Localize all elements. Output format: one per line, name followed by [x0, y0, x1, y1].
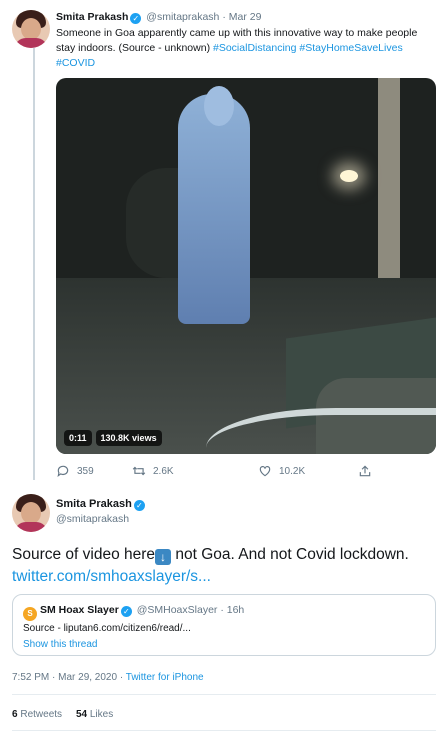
likes-count: 54 — [75, 709, 88, 720]
retweets-count: 6 — [12, 709, 18, 720]
hashtag-social-distancing[interactable]: #SocialDistancing — [213, 42, 296, 54]
quote-time: 16h — [226, 604, 245, 616]
divider — [12, 694, 436, 695]
likes-stat[interactable]: 54 Likes — [76, 709, 113, 720]
tweet-text: Someone in Goa apparently came up with t… — [56, 26, 438, 71]
hashtag-stay-home[interactable]: #StayHomeSaveLives — [299, 42, 402, 54]
retweets-stat[interactable]: 6 Retweets — [12, 709, 62, 720]
video-duration: 0:11 — [64, 430, 92, 446]
tweet-header: Smita Prakash ✓ @smitaprakash · Mar 29 — [56, 11, 262, 24]
retweet-button[interactable]: 2.6K — [132, 464, 174, 478]
quote-handle: @SMHoaxSlayer — [136, 604, 218, 616]
hashtag-covid[interactable]: #COVID — [56, 57, 95, 69]
video-player[interactable]: 0:11 130.8K views — [56, 78, 436, 454]
share-button[interactable] — [358, 464, 372, 478]
reply-count: 359 — [77, 465, 94, 477]
author-name[interactable]: Smita Prakash — [56, 498, 132, 510]
author-name[interactable]: Smita Prakash — [56, 11, 128, 23]
verified-icon: ✓ — [133, 500, 145, 511]
avatar[interactable] — [12, 10, 50, 48]
reply-icon — [57, 465, 69, 478]
tweet-link[interactable]: twitter.com/smhoaxslayer/s... — [12, 568, 211, 585]
retweets-label: Retweets — [20, 709, 63, 720]
likes-label: Likes — [89, 709, 114, 720]
retweet-icon — [132, 466, 146, 476]
quote-avatar: S — [23, 607, 37, 621]
divider — [12, 730, 436, 731]
quote-text: Source - liputan6.com/citizen6/read/... — [23, 623, 191, 634]
share-icon — [359, 465, 371, 477]
like-button[interactable]: 10.2K — [258, 464, 305, 478]
tweet-body-part1: Source of video here — [12, 546, 156, 563]
tweet-meta: 7:52 PM · Mar 29, 2020 · Twitter for iPh… — [12, 672, 204, 683]
down-arrow-emoji: ↓ — [155, 549, 172, 565]
author-handle[interactable]: @smitaprakash — [146, 11, 219, 23]
verified-icon: ✓ — [120, 606, 132, 617]
thread-connector-line — [33, 48, 35, 480]
author-handle[interactable]: @smitaprakash — [56, 513, 129, 525]
retweet-count: 2.6K — [153, 465, 174, 477]
avatar[interactable] — [12, 494, 50, 532]
like-count: 10.2K — [279, 465, 306, 477]
tweet-body-part2: not Goa. And not Covid lockdown. — [171, 546, 409, 563]
engagement-stats: 6 Retweets 54 Likes — [12, 709, 113, 720]
tweet-timestamp[interactable]: 7:52 PM · Mar 29, 2020 — [12, 672, 117, 683]
tweet-actions: 359 2.6K 10.2K — [56, 464, 376, 480]
like-icon — [259, 466, 271, 477]
tweet-author: Smita Prakash ✓ — [56, 498, 147, 511]
video-views: 130.8K views — [95, 430, 162, 446]
quoted-tweet[interactable]: S SM Hoax Slayer ✓ @SMHoaxSlayer · 16h Sou… — [12, 594, 436, 656]
quote-author-name: SM Hoax Slayer — [40, 604, 119, 616]
show-thread-link[interactable]: Show this thread — [23, 639, 98, 650]
tweet-text: Source of video here ↓ not Goa. And not C… — [12, 544, 436, 588]
reply-button[interactable]: 359 — [56, 464, 94, 478]
tweet-date[interactable]: Mar 29 — [229, 11, 262, 23]
quote-header: S SM Hoax Slayer ✓ @SMHoaxSlayer · 16h — [23, 604, 244, 621]
tweet-source[interactable]: Twitter for iPhone — [126, 672, 204, 683]
verified-icon: ✓ — [130, 13, 142, 24]
